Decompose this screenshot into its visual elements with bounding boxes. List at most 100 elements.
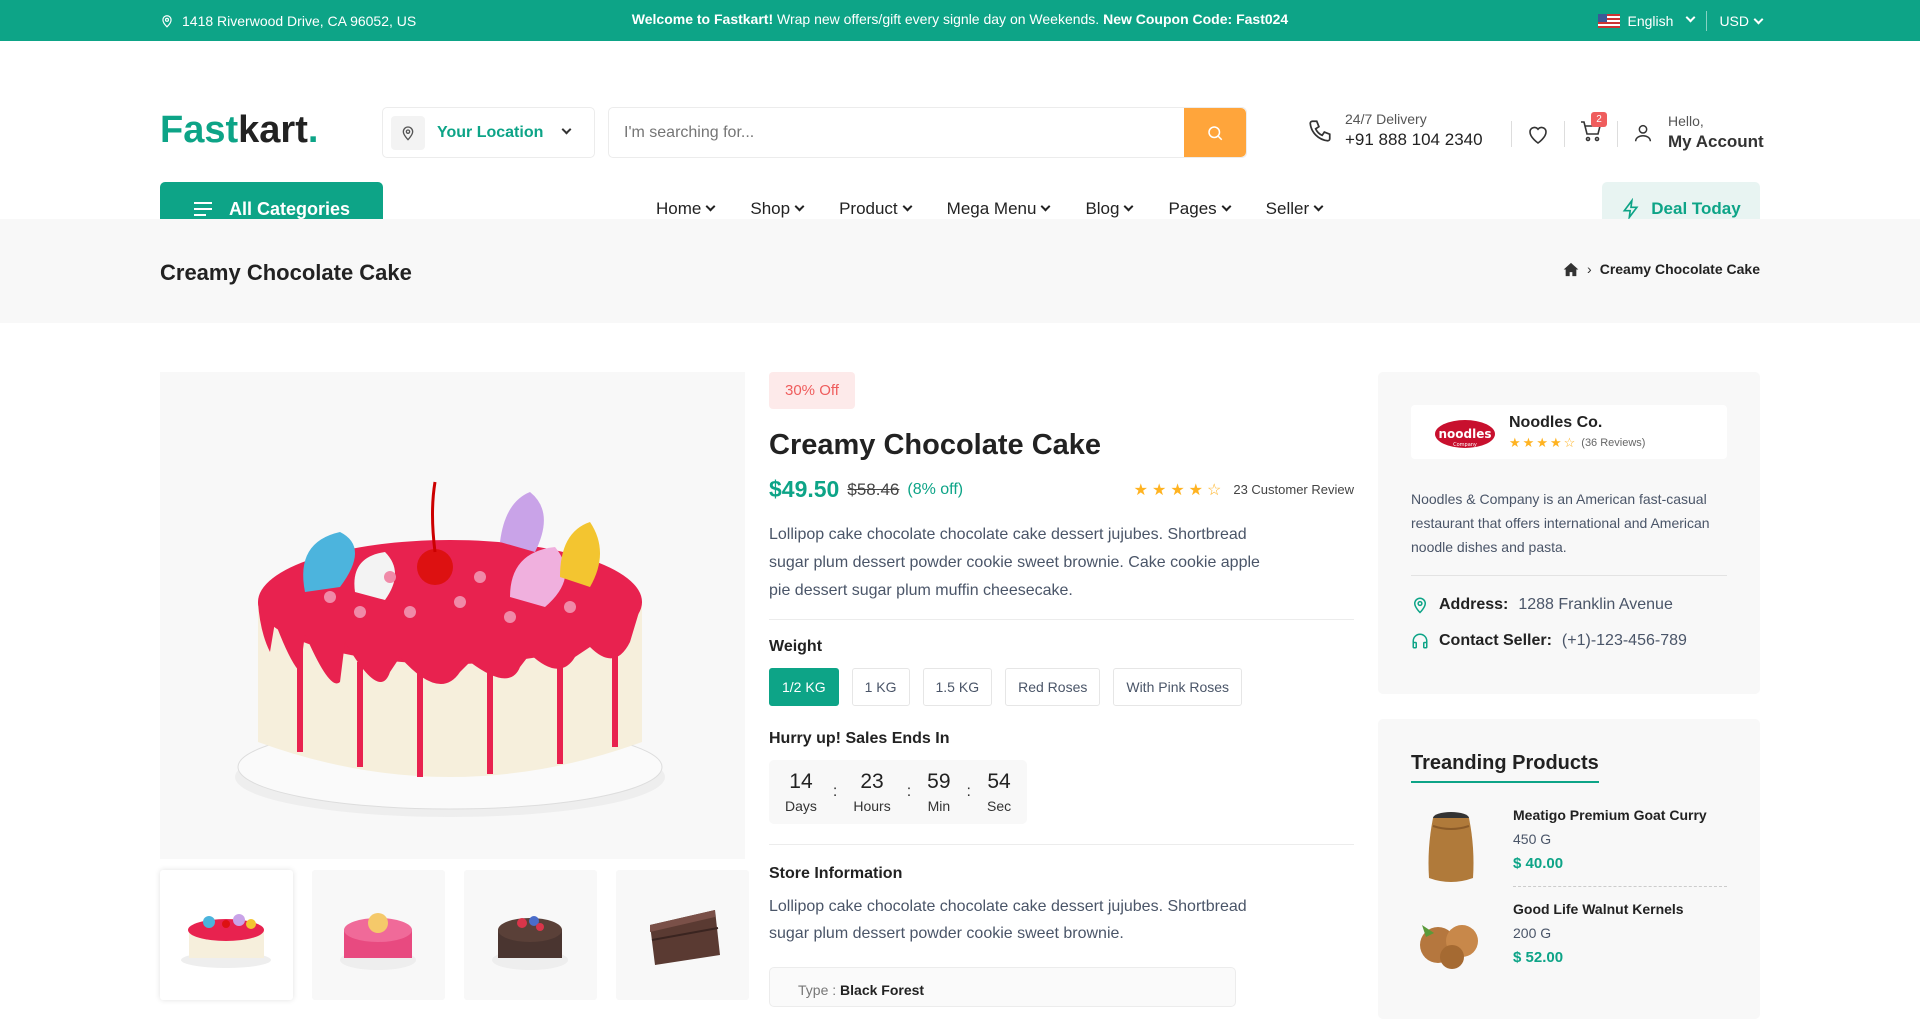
- chevron-down-icon: [902, 201, 913, 211]
- address-text: 1418 Riverwood Drive, CA 96052, US: [182, 12, 417, 29]
- chevron-down-icon: [1221, 201, 1232, 211]
- cake-thumbnail-icon: [492, 916, 568, 970]
- delivery-phone: +91 888 104 2340: [1345, 130, 1483, 149]
- weight-option[interactable]: 1/2 KG: [769, 668, 839, 706]
- trending-title: Treanding Products: [1411, 752, 1599, 783]
- page-title: Creamy Chocolate Cake: [160, 260, 412, 285]
- colon: :: [966, 783, 971, 800]
- star-icon: ★: [1549, 434, 1562, 450]
- logo-subtext: Company: [1453, 442, 1477, 448]
- weight-option[interactable]: 1 KG: [851, 668, 910, 706]
- language-select[interactable]: English: [1597, 12, 1696, 29]
- weight-option[interactable]: 1.5 KG: [922, 668, 993, 706]
- star-icon: ★: [1522, 434, 1535, 450]
- seller-header[interactable]: noodles Company Noodles Co. ★ ★ ★ ★ ☆ (36 Rev…: [1411, 405, 1727, 459]
- divider: [1706, 10, 1708, 31]
- star-icon: ★: [1536, 434, 1548, 450]
- trending-item[interactable]: Good Life Walnut Kernels 200 G $ 52.00: [1411, 901, 1727, 981]
- thumbnail[interactable]: [160, 870, 293, 1000]
- timer-value: 54: [987, 770, 1011, 793]
- timer-label: Days: [785, 798, 817, 814]
- chevron-down-icon: [1753, 14, 1764, 24]
- menu-icon: [193, 202, 212, 216]
- thumbnail[interactable]: [464, 870, 597, 1000]
- type-value: Black Forest: [840, 982, 925, 998]
- store-info-label: Store Information: [769, 865, 903, 882]
- timer-hours: 23 Hours: [853, 770, 890, 814]
- weight-option[interactable]: With Pink Roses: [1113, 668, 1243, 706]
- hurry-label: Hurry up! Sales Ends In: [769, 730, 950, 747]
- breadcrumb: › Creamy Chocolate Cake: [1563, 261, 1760, 277]
- nav-label: Product: [839, 199, 898, 218]
- logo[interactable]: Fastkart.: [160, 109, 318, 152]
- trending-item-weight: 200 G: [1513, 925, 1552, 941]
- chevron-down-icon: [794, 201, 805, 211]
- trending-item-name: Meatigo Premium Goat Curry: [1513, 807, 1707, 823]
- seller-description: Noodles & Company is an American fast-ca…: [1411, 491, 1710, 555]
- nav-item-blog[interactable]: Blog: [1085, 199, 1134, 219]
- old-price: $58.46: [847, 479, 900, 499]
- store-info-text: Lollipop cake chocolate chocolate cake d…: [769, 898, 1247, 942]
- divider: [1513, 886, 1727, 887]
- trending-item-price: $ 40.00: [1513, 855, 1564, 872]
- deal-today-label: Deal Today: [1651, 199, 1741, 218]
- headphones-icon: [1412, 633, 1428, 649]
- star-icon: ★: [1170, 481, 1185, 499]
- home-icon[interactable]: [1563, 262, 1579, 277]
- search-bar: [608, 107, 1247, 158]
- nav-item-seller[interactable]: Seller: [1265, 199, 1324, 219]
- search-icon: [1208, 125, 1223, 140]
- product-main-image[interactable]: [160, 372, 745, 859]
- lightning-icon: [1622, 198, 1639, 220]
- nav-label: Shop: [750, 199, 791, 218]
- search-button[interactable]: [1184, 108, 1246, 157]
- seller-card: noodles Company Noodles Co. ★ ★ ★ ★ ☆ (36 Rev…: [1378, 372, 1760, 694]
- product-rating[interactable]: ★ ★ ★ ★ ☆ 23 Customer Review: [1134, 480, 1354, 500]
- search-input[interactable]: [609, 108, 1184, 157]
- heart-icon[interactable]: [1526, 122, 1550, 146]
- product-price: $49.50: [769, 476, 840, 502]
- nav-item-pages[interactable]: Pages: [1168, 199, 1232, 219]
- nav-label: Pages: [1168, 199, 1217, 218]
- product-info: 30% Off Creamy Chocolate Cake $49.50 $58…: [769, 372, 1354, 1007]
- nav-item-shop[interactable]: Shop: [750, 199, 805, 219]
- seller-rating: ★ ★ ★ ★ ☆ (36 Reviews): [1509, 435, 1645, 451]
- currency-label: USD: [1719, 12, 1749, 29]
- account-menu[interactable]: Hello, My Account: [1632, 113, 1764, 152]
- cake-thumbnail-icon: [340, 913, 416, 970]
- nav-label: Seller: [1265, 199, 1310, 218]
- trending-item-name: Good Life Walnut Kernels: [1513, 901, 1684, 917]
- location-selector[interactable]: Your Location: [382, 107, 595, 158]
- address: 1418 Riverwood Drive, CA 96052, US: [160, 13, 416, 29]
- my-account-text: My Account: [1668, 132, 1764, 151]
- language-label: English: [1627, 12, 1674, 29]
- address-label: Address:: [1439, 596, 1509, 613]
- weight-option[interactable]: Red Roses: [1005, 668, 1101, 706]
- nav-item-product[interactable]: Product: [839, 199, 913, 219]
- nav-item-mega-menu[interactable]: Mega Menu: [946, 199, 1051, 219]
- chevron-down-icon: [705, 201, 716, 211]
- timer-label: Hours: [853, 798, 891, 814]
- divider: [769, 844, 1354, 845]
- nav-label: Home: [656, 199, 702, 218]
- timer-value: 23: [860, 770, 884, 793]
- colon: :: [832, 783, 838, 800]
- thumbnail[interactable]: [312, 870, 445, 1000]
- currency-select[interactable]: USD: [1719, 12, 1764, 29]
- contact-value[interactable]: (+1)-123-456-789: [1562, 632, 1687, 650]
- chevron-down-icon: [1124, 201, 1134, 211]
- weight-options: 1/2 KG 1 KG 1.5 KG Red Roses With Pink R…: [769, 668, 1354, 706]
- colon: :: [906, 783, 912, 800]
- nav-label: Mega Menu: [946, 199, 1037, 218]
- thumbnail[interactable]: [616, 870, 749, 1000]
- seller-contact: Contact Seller: (+1)-123-456-789: [1411, 632, 1727, 650]
- hello-text: Hello,: [1668, 113, 1704, 129]
- cart-button[interactable]: 2: [1579, 112, 1607, 148]
- noodles-logo: noodlesCompany: [1435, 420, 1495, 448]
- sack-icon: [1428, 812, 1474, 882]
- location-pin-icon: [162, 14, 172, 28]
- nav-item-home[interactable]: Home: [656, 199, 716, 219]
- trending-item[interactable]: Meatigo Premium Goat Curry 450 G $ 40.00: [1411, 807, 1727, 887]
- product-thumbnail: [1411, 807, 1491, 887]
- type-box: Type : Black Forest: [769, 967, 1236, 1007]
